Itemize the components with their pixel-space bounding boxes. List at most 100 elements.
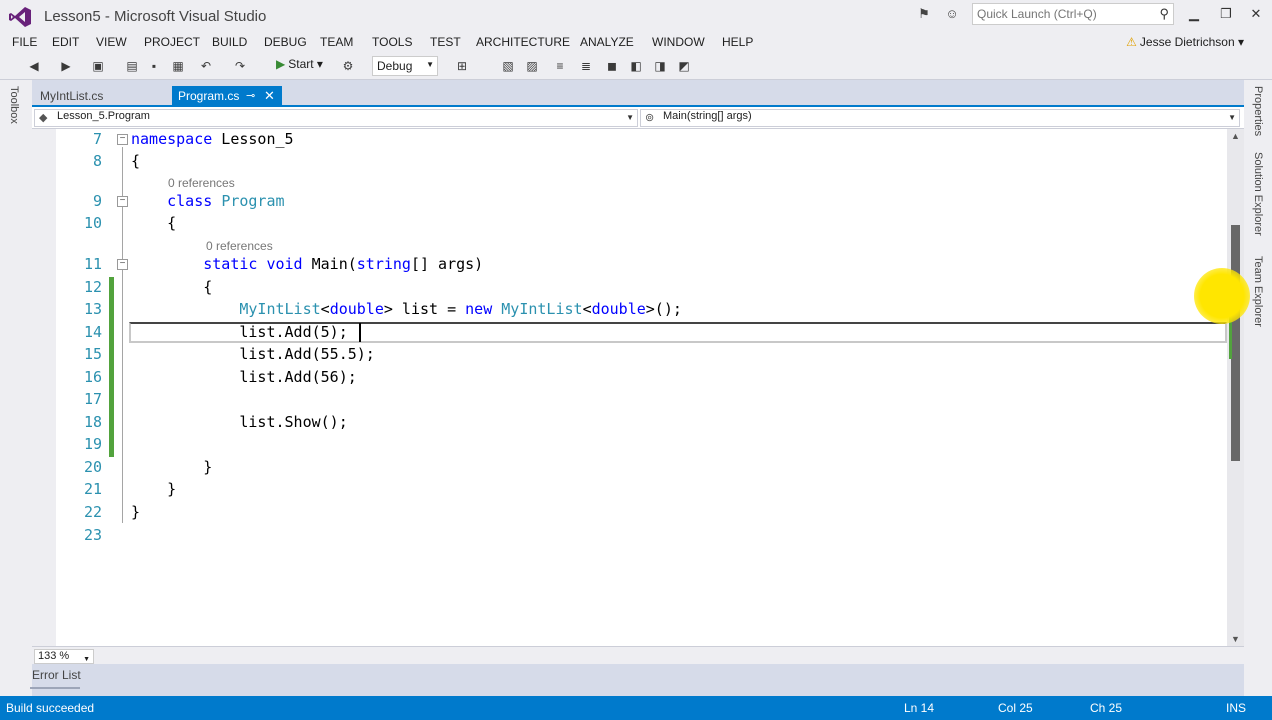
code-line[interactable]: } — [131, 458, 212, 476]
save-icon[interactable]: ▪ — [146, 58, 162, 74]
menu-tools[interactable]: TOOLS — [372, 35, 412, 49]
comment-icon[interactable]: ≡ — [552, 58, 568, 74]
next-bookmark-icon[interactable]: ◨ — [652, 58, 668, 74]
type-dropdown[interactable]: ◆ Lesson_5.Program ▼ — [34, 109, 638, 127]
redo-icon[interactable]: ↷ — [232, 58, 248, 74]
quick-launch[interactable]: ⚲ — [972, 3, 1174, 25]
code-token: Main( — [302, 255, 357, 273]
line-number: 9 — [92, 192, 102, 210]
user-name: Jesse Dietrichson — [1139, 35, 1235, 49]
search-icon[interactable]: ⚲ — [1159, 6, 1169, 22]
undo-icon[interactable]: ↶ — [198, 58, 214, 74]
find-icon[interactable]: ⊞ — [454, 58, 470, 74]
solution-explorer-tab[interactable]: Solution Explorer — [1252, 152, 1264, 236]
prev-bookmark-icon[interactable]: ◧ — [628, 58, 644, 74]
bookmark-icon[interactable]: ◼ — [604, 58, 620, 74]
menu-edit[interactable]: EDIT — [52, 35, 79, 49]
start-label: Start — [288, 57, 314, 71]
menu-project[interactable]: PROJECT — [144, 35, 200, 49]
new-project-icon[interactable]: ▣ — [90, 58, 106, 74]
code-token: namespace — [131, 130, 213, 148]
code-token: MyIntList — [239, 300, 321, 318]
code-token: > list = — [383, 300, 466, 318]
user-account[interactable]: ⚠ Jesse Dietrichson ▾ — [1126, 35, 1244, 49]
collapse-region-icon[interactable]: − — [117, 259, 128, 270]
error-list-tab[interactable]: Error List — [32, 668, 81, 682]
chevron-down-icon: ▼ — [426, 60, 434, 69]
code-line[interactable]: static void Main(string[] args) — [131, 255, 483, 273]
code-editor[interactable]: 0 references 0 references 7− namespace Le… — [32, 129, 1244, 646]
code-line[interactable]: list.Add(56); — [131, 368, 356, 386]
status-message: Build succeeded — [6, 701, 95, 715]
code-line[interactable]: { — [131, 278, 212, 296]
menu-build[interactable]: BUILD — [212, 35, 247, 49]
line-number: 17 — [83, 390, 102, 408]
code-line[interactable]: list.Show(); — [131, 413, 347, 431]
menu-test[interactable]: TEST — [430, 35, 461, 49]
close-button[interactable]: ✕ — [1244, 4, 1268, 24]
toolbox-tab[interactable]: Toolbox — [8, 86, 20, 124]
menu-team[interactable]: TEAM — [320, 35, 353, 49]
code-line[interactable]: MyIntList<double> list = new MyIntList<d… — [131, 300, 682, 318]
clear-bookmarks-icon[interactable]: ◩ — [676, 58, 692, 74]
code-token: Program — [221, 192, 285, 210]
solution-configuration-select[interactable]: Debug ▼ — [372, 56, 438, 76]
zoom-select[interactable]: 133 % ▼ — [34, 649, 94, 664]
codelens-method[interactable]: 0 references — [206, 239, 273, 253]
code-line[interactable]: list.Add(5); — [131, 323, 347, 341]
quick-launch-input[interactable] — [973, 4, 1143, 24]
team-explorer-tab[interactable]: Team Explorer — [1252, 256, 1264, 327]
code-line[interactable]: { — [131, 214, 176, 232]
member-dropdown[interactable]: ⊚ Main(string[] args) ▼ — [640, 109, 1240, 127]
collapse-region-icon[interactable]: − — [117, 196, 128, 207]
menu-view[interactable]: VIEW — [96, 35, 127, 49]
code-token: } — [131, 480, 177, 498]
scroll-up-icon[interactable]: ▲ — [1231, 131, 1240, 141]
restore-button[interactable]: ❐ — [1214, 4, 1238, 24]
feedback-icon[interactable]: ☺ — [944, 6, 960, 22]
notification-flag-icon[interactable]: ⚑ — [916, 6, 932, 22]
code-token: static — [203, 255, 258, 273]
menu-analyze[interactable]: ANALYZE — [580, 35, 634, 49]
code-line[interactable]: list.Add(55.5); — [131, 345, 374, 363]
save-all-icon[interactable]: ▦ — [170, 58, 186, 74]
menu-architecture[interactable]: ARCHITECTURE — [476, 35, 570, 49]
code-line[interactable]: } — [131, 503, 140, 521]
line-number: 22 — [83, 503, 102, 521]
uncomment-icon[interactable]: ≣ — [578, 58, 594, 74]
codelens-class[interactable]: 0 references — [168, 176, 235, 190]
properties-tab[interactable]: Properties — [1252, 86, 1264, 136]
menu-window[interactable]: WINDOW — [652, 35, 705, 49]
minimize-button[interactable]: ▁ — [1182, 4, 1206, 24]
line-number: 21 — [83, 480, 102, 498]
tab-program[interactable]: Program.cs ⊸ ✕ — [172, 86, 282, 106]
scroll-down-icon[interactable]: ▼ — [1231, 634, 1240, 644]
line-number: 12 — [83, 278, 102, 296]
close-tab-icon[interactable]: ✕ — [264, 88, 275, 104]
start-debugging-button[interactable]: ▶ Start ▾ — [276, 57, 323, 75]
menu-debug[interactable]: DEBUG — [264, 35, 307, 49]
collapse-region-icon[interactable]: − — [117, 134, 128, 145]
title-bar: Lesson5 - Microsoft Visual Studio ⚑ ☺ ⚲ … — [0, 0, 1272, 32]
menu-help[interactable]: HELP — [722, 35, 753, 49]
scrollbar-thumb[interactable] — [1231, 225, 1240, 461]
code-line[interactable]: namespace Lesson_5 — [131, 130, 294, 148]
solution-explorer-icon[interactable]: ▧ — [500, 58, 516, 74]
code-line[interactable]: { — [131, 152, 140, 170]
attach-icon[interactable]: ⚙ — [340, 58, 356, 74]
code-token: >(); — [645, 300, 682, 318]
forward-icon[interactable]: ▶ — [58, 58, 74, 74]
code-line[interactable]: } — [131, 480, 176, 498]
zoom-value: 133 % — [38, 650, 70, 662]
properties-icon[interactable]: ▨ — [524, 58, 540, 74]
tab-myintlist[interactable]: MyIntList.cs — [34, 86, 109, 106]
code-line[interactable]: class Program — [131, 192, 285, 210]
open-file-icon[interactable]: ▤ — [124, 58, 140, 74]
back-icon[interactable]: ◀ — [26, 58, 42, 74]
menu-file[interactable]: FILE — [12, 35, 37, 49]
vertical-scrollbar[interactable]: ▲ ▼ — [1227, 129, 1244, 646]
pin-icon[interactable]: ⊸ — [246, 89, 255, 102]
